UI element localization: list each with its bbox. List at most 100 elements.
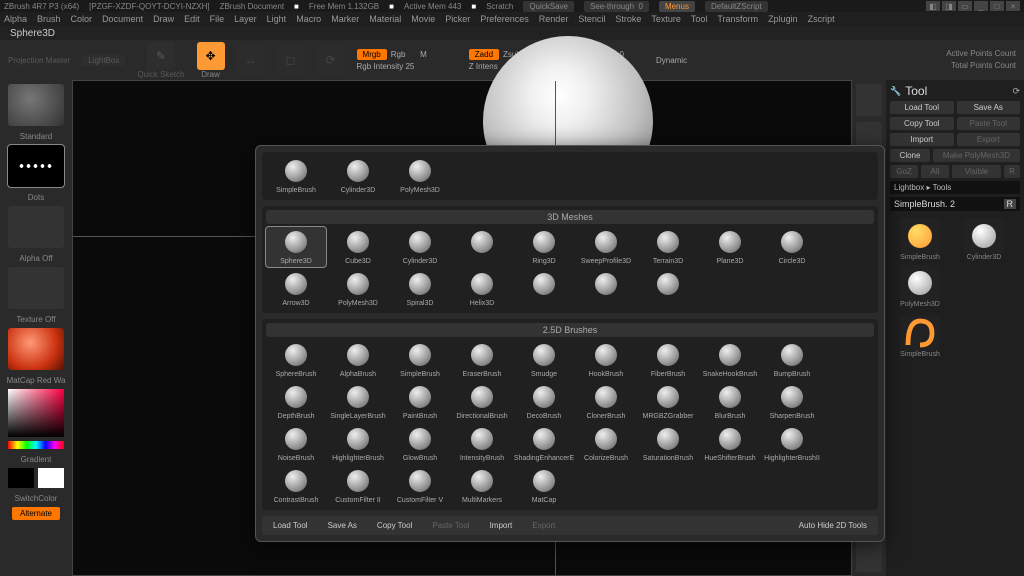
popup-item[interactable]: MultiMarkers: [452, 466, 512, 506]
popup-item[interactable]: PolyMesh3D: [328, 269, 388, 309]
menu-marker[interactable]: Marker: [331, 14, 359, 24]
popup-item[interactable]: CustomFilter V: [390, 466, 450, 506]
popup-item[interactable]: CustomFilter II: [328, 466, 388, 506]
popup-item[interactable]: HighlighterBrushII: [762, 424, 822, 464]
clone-button[interactable]: Clone: [890, 149, 930, 162]
rgb-intensity-slider[interactable]: Rgb Intensity 25: [357, 62, 427, 71]
load-tool-button[interactable]: Load Tool: [890, 101, 954, 114]
menu-document[interactable]: Document: [102, 14, 143, 24]
default-zscript[interactable]: DefaultZScript: [705, 1, 768, 12]
saveas-button[interactable]: Save As: [957, 101, 1021, 114]
popup-item[interactable]: Cube3D: [328, 227, 388, 267]
bpr-icon[interactable]: [856, 84, 882, 116]
menu-brush[interactable]: Brush: [37, 14, 61, 24]
visible-button[interactable]: Visible: [952, 165, 1001, 178]
popup-item[interactable]: SimpleBrush: [266, 156, 326, 196]
current-tool[interactable]: SimpleBrush. 2R: [890, 197, 1020, 211]
close-button[interactable]: ×: [1006, 1, 1020, 11]
mrgb-toggle[interactable]: Mrgb: [357, 49, 387, 60]
p-load-button[interactable]: Load Tool: [265, 519, 316, 532]
zadd-toggle[interactable]: Zadd: [469, 49, 499, 60]
paste-tool-button[interactable]: Paste Tool: [957, 117, 1021, 130]
p-autohide-button[interactable]: Auto Hide 2D Tools: [791, 519, 875, 532]
menu-transform[interactable]: Transform: [717, 14, 758, 24]
menus-button[interactable]: Menus: [659, 1, 695, 12]
popup-item[interactable]: IntensityBrush: [452, 424, 512, 464]
popup-item[interactable]: BlurBrush: [700, 382, 760, 422]
import-button[interactable]: Import: [890, 133, 954, 146]
menu-stencil[interactable]: Stencil: [578, 14, 605, 24]
popup-item[interactable]: PaintBrush: [390, 382, 450, 422]
menu-light[interactable]: Light: [267, 14, 287, 24]
alpha-thumb[interactable]: [8, 206, 64, 248]
menu-file[interactable]: File: [210, 14, 225, 24]
minimize-button[interactable]: _: [974, 1, 988, 11]
popup-item[interactable]: SingleLayerBrush: [328, 382, 388, 422]
menu-draw[interactable]: Draw: [153, 14, 174, 24]
popup-item[interactable]: SharpenBrush: [762, 382, 822, 422]
lightbox-button[interactable]: LightBox: [82, 55, 125, 66]
popup-item[interactable]: NoiseBrush: [266, 424, 326, 464]
popup-item[interactable]: SnakeHookBrush: [700, 340, 760, 380]
popup-item[interactable]: HookBrush: [576, 340, 636, 380]
p-copy-button[interactable]: Copy Tool: [369, 519, 420, 532]
menu-color[interactable]: Color: [71, 14, 93, 24]
m-toggle[interactable]: M: [420, 50, 427, 59]
quicksave-button[interactable]: QuickSave: [523, 1, 574, 12]
seethrough-label[interactable]: See-through 0: [584, 1, 649, 12]
popup-item[interactable]: BumpBrush: [762, 340, 822, 380]
texture-thumb[interactable]: [8, 267, 64, 309]
popup-item[interactable]: ClonerBrush: [576, 382, 636, 422]
p-save-button[interactable]: Save As: [320, 519, 365, 532]
copy-tool-button[interactable]: Copy Tool: [890, 117, 954, 130]
popup-item[interactable]: [514, 269, 574, 309]
color-sec[interactable]: [38, 468, 64, 488]
popup-item[interactable]: HueShifterBrush: [700, 424, 760, 464]
menu-zplugin[interactable]: Zplugin: [768, 14, 798, 24]
popup-item[interactable]: MatCap: [514, 466, 574, 506]
hue-slider[interactable]: [8, 441, 64, 449]
popup-item[interactable]: Ring3D: [514, 227, 574, 267]
material-thumb[interactable]: [8, 328, 64, 370]
export-button[interactable]: Export: [957, 133, 1021, 146]
menu-zscript[interactable]: Zscript: [808, 14, 835, 24]
breadcrumb[interactable]: Lightbox ▸ Tools: [890, 181, 1020, 194]
popup-item[interactable]: Helix3D: [452, 269, 512, 309]
menu-alpha[interactable]: Alpha: [4, 14, 27, 24]
menu-picker[interactable]: Picker: [445, 14, 470, 24]
popup-item[interactable]: SweepProfile3D: [576, 227, 636, 267]
popup-item[interactable]: DirectionalBrush: [452, 382, 512, 422]
projection-master[interactable]: Projection Master: [8, 56, 70, 65]
menu-layer[interactable]: Layer: [234, 14, 257, 24]
popup-item[interactable]: ColorizeBrush: [576, 424, 636, 464]
win-btn[interactable]: ▭: [958, 1, 972, 11]
color-picker[interactable]: [8, 389, 64, 437]
simplebrush-extra[interactable]: SimpleBrush: [890, 315, 950, 358]
popup-item[interactable]: AlphaBrush: [328, 340, 388, 380]
brush-thumb[interactable]: [8, 84, 64, 126]
popup-item[interactable]: Circle3D: [762, 227, 822, 267]
menu-texture[interactable]: Texture: [651, 14, 681, 24]
popup-item[interactable]: Plane3D: [700, 227, 760, 267]
tool-item[interactable]: SimpleBrush: [890, 218, 950, 261]
popup-item[interactable]: Terrain3D: [638, 227, 698, 267]
popup-item[interactable]: GlowBrush: [390, 424, 450, 464]
popup-item[interactable]: HighlighterBrush: [328, 424, 388, 464]
popup-item[interactable]: DecoBrush: [514, 382, 574, 422]
menu-movie[interactable]: Movie: [411, 14, 435, 24]
menu-render[interactable]: Render: [539, 14, 569, 24]
popup-item[interactable]: ContrastBrush: [266, 466, 326, 506]
switchcolor-button[interactable]: SwitchColor: [15, 494, 58, 503]
all-button[interactable]: All: [921, 165, 949, 178]
popup-item[interactable]: FiberBrush: [638, 340, 698, 380]
goz-button[interactable]: GoZ: [890, 165, 918, 178]
popup-item[interactable]: [452, 227, 512, 267]
p-paste-button[interactable]: Paste Tool: [424, 519, 477, 532]
popup-item[interactable]: [576, 269, 636, 309]
menu-preferences[interactable]: Preferences: [480, 14, 529, 24]
grid-icon[interactable]: [856, 540, 882, 572]
menu-edit[interactable]: Edit: [184, 14, 200, 24]
menu-stroke[interactable]: Stroke: [615, 14, 641, 24]
popup-item[interactable]: Arrow3D: [266, 269, 326, 309]
stroke-thumb[interactable]: [8, 145, 64, 187]
